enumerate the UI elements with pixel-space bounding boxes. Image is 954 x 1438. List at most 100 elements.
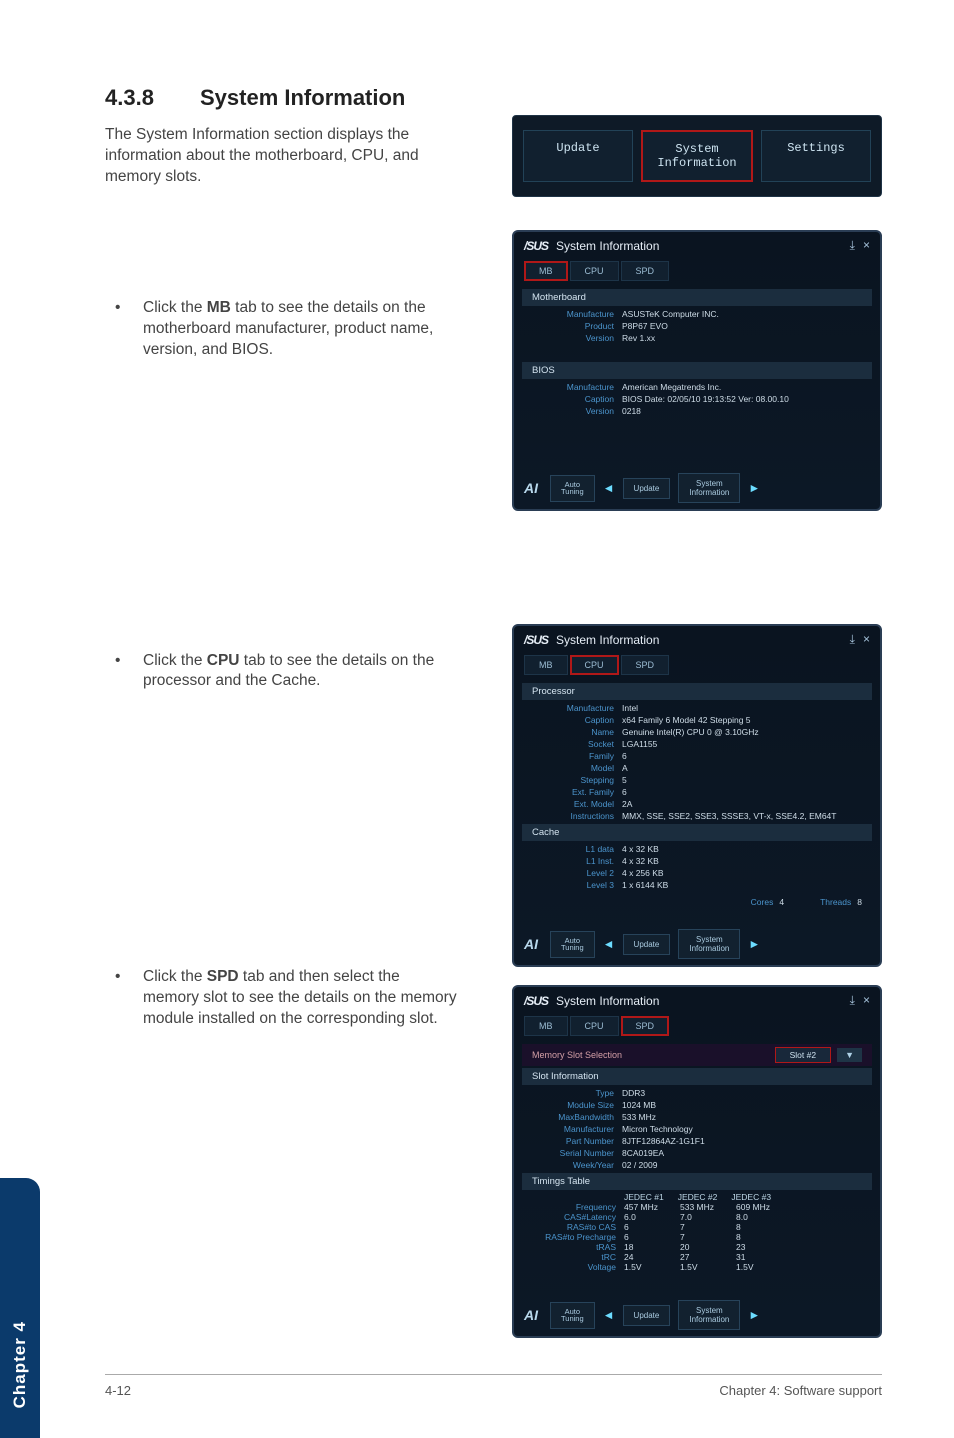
close-icon[interactable]: × [863, 238, 870, 253]
heading-title: System Information [200, 85, 405, 110]
tab-spd[interactable]: SPD [621, 1016, 670, 1036]
timing-cell: 18 [624, 1242, 680, 1252]
nav-sysinfo[interactable]: System Information [678, 1300, 740, 1330]
tab-mb[interactable]: MB [524, 261, 568, 281]
nav-auto-tuning[interactable]: Auto Tuning [550, 475, 595, 502]
info-value: BIOS Date: 02/05/10 19:13:52 Ver: 08.00.… [622, 394, 789, 404]
info-key: Product [532, 321, 622, 331]
close-icon[interactable]: × [863, 632, 870, 647]
info-key: Level 2 [532, 868, 622, 878]
tab-cpu[interactable]: CPU [570, 261, 619, 281]
info-key: Serial Number [532, 1148, 622, 1158]
info-key: Caption [532, 394, 622, 404]
nav-update[interactable]: Update [623, 934, 671, 955]
pin-icon[interactable]: ⤓ [850, 238, 855, 253]
info-value: P8P67 EVO [622, 321, 668, 331]
tab-system-information[interactable]: System Information [641, 130, 753, 182]
info-key: Manufacture [532, 309, 622, 319]
tab-update[interactable]: Update [523, 130, 633, 182]
info-row: MaxBandwidth533 MHz [514, 1111, 880, 1123]
info-value: Intel [622, 703, 638, 713]
info-key: Manufacturer [532, 1124, 622, 1134]
nav-auto-tuning[interactable]: Auto Tuning [550, 1302, 595, 1329]
info-row: ManufactureASUSTeK Computer INC. [514, 308, 880, 320]
section-bios: BIOS [522, 362, 872, 379]
pin-icon[interactable]: ⤓ [850, 632, 855, 647]
info-value: 2A [622, 799, 632, 809]
bullet-spd: Click the SPD tab and then select the me… [105, 967, 460, 1030]
info-value: Rev 1.xx [622, 333, 655, 343]
info-row: Captionx64 Family 6 Model 42 Stepping 5 [514, 714, 880, 726]
arrow-right-icon[interactable]: ► [748, 937, 760, 951]
asus-logo: /SUS [524, 633, 548, 647]
timing-cell: 6 [624, 1222, 680, 1232]
info-row: ManufactureIntel [514, 702, 880, 714]
window-title: System Information [556, 994, 659, 1008]
tab-spd[interactable]: SPD [621, 261, 670, 281]
timing-key: RAS#to Precharge [532, 1232, 624, 1242]
info-row: Week/Year02 / 2009 [514, 1159, 880, 1171]
tab-cpu[interactable]: CPU [570, 655, 619, 675]
info-key: Type [532, 1088, 622, 1098]
tab-mb[interactable]: MB [524, 655, 568, 675]
memory-slot-dropdown[interactable]: Slot #2 [775, 1047, 831, 1063]
info-value: MMX, SSE, SSE2, SSE3, SSSE3, VT-x, SSE4.… [622, 811, 836, 821]
arrow-left-icon[interactable]: ◄ [603, 1308, 615, 1322]
info-value: 1024 MB [622, 1100, 656, 1110]
section-processor: Processor [522, 683, 872, 700]
timing-cell: 7.0 [680, 1212, 736, 1222]
screenshot-mb: /SUSSystem Information⤓× MB CPU SPD Moth… [512, 230, 882, 511]
nav-update[interactable]: Update [623, 1305, 671, 1326]
arrow-left-icon[interactable]: ◄ [603, 937, 615, 951]
info-key: Name [532, 727, 622, 737]
tab-mb[interactable]: MB [524, 1016, 568, 1036]
info-row: NameGenuine Intel(R) CPU 0 @ 3.10GHz [514, 726, 880, 738]
pin-icon[interactable]: ⤓ [850, 993, 855, 1008]
info-key: Ext. Model [532, 799, 622, 809]
info-value: 5 [622, 775, 627, 785]
info-row: L1 data4 x 32 KB [514, 843, 880, 855]
timing-header: JEDEC #1 [624, 1192, 664, 1202]
nav-auto-tuning[interactable]: Auto Tuning [550, 931, 595, 958]
timing-row: RAS#to Precharge678 [514, 1232, 880, 1242]
arrow-right-icon[interactable]: ► [748, 481, 760, 495]
ai-logo-icon: AI [524, 936, 538, 952]
timing-cell: 8 [736, 1222, 792, 1232]
info-key: Version [532, 333, 622, 343]
info-value: 4 x 256 KB [622, 868, 664, 878]
timing-key: RAS#to CAS [532, 1222, 624, 1232]
timing-key: Voltage [532, 1262, 624, 1272]
section-cache: Cache [522, 824, 872, 841]
tab-spd[interactable]: SPD [621, 655, 670, 675]
info-value: A [622, 763, 628, 773]
info-row: ModelA [514, 762, 880, 774]
arrow-right-icon[interactable]: ► [748, 1308, 760, 1322]
page-number: 4-12 [105, 1383, 131, 1398]
timing-header: JEDEC #3 [731, 1192, 771, 1202]
timing-cell: 7 [680, 1232, 736, 1242]
info-value: 4 x 32 KB [622, 856, 659, 866]
nav-sysinfo[interactable]: System Information [678, 473, 740, 503]
heading-number: 4.3.8 [105, 85, 154, 110]
nav-sysinfo[interactable]: System Information [678, 929, 740, 959]
info-row: ProductP8P67 EVO [514, 320, 880, 332]
info-key: Manufacture [532, 382, 622, 392]
tab-cpu[interactable]: CPU [570, 1016, 619, 1036]
section-slot-info: Slot Information [522, 1068, 872, 1085]
nav-update[interactable]: Update [623, 478, 671, 499]
window-title: System Information [556, 239, 659, 253]
info-value: ASUSTeK Computer INC. [622, 309, 719, 319]
timing-cell: 6.0 [624, 1212, 680, 1222]
info-row: L1 Inst.4 x 32 KB [514, 855, 880, 867]
info-row: Serial Number8CA019EA [514, 1147, 880, 1159]
close-icon[interactable]: × [863, 993, 870, 1008]
timing-cell: 20 [680, 1242, 736, 1252]
arrow-left-icon[interactable]: ◄ [603, 481, 615, 495]
info-value: American Megatrends Inc. [622, 382, 721, 392]
info-value: 6 [622, 787, 627, 797]
chevron-down-icon[interactable]: ▼ [837, 1048, 862, 1062]
section-timings: Timings Table [522, 1173, 872, 1190]
tab-settings[interactable]: Settings [761, 130, 871, 182]
timing-cell: 31 [736, 1252, 792, 1262]
info-row: Ext. Model2A [514, 798, 880, 810]
